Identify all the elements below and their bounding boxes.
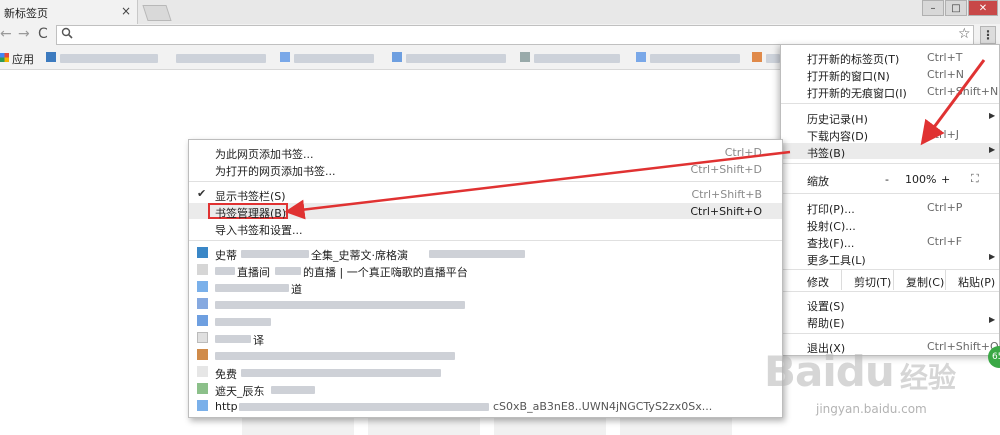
arrow-to-manager (284, 150, 791, 220)
arrow-to-bookmarks (920, 59, 986, 146)
annotation-arrows (284, 59, 986, 220)
